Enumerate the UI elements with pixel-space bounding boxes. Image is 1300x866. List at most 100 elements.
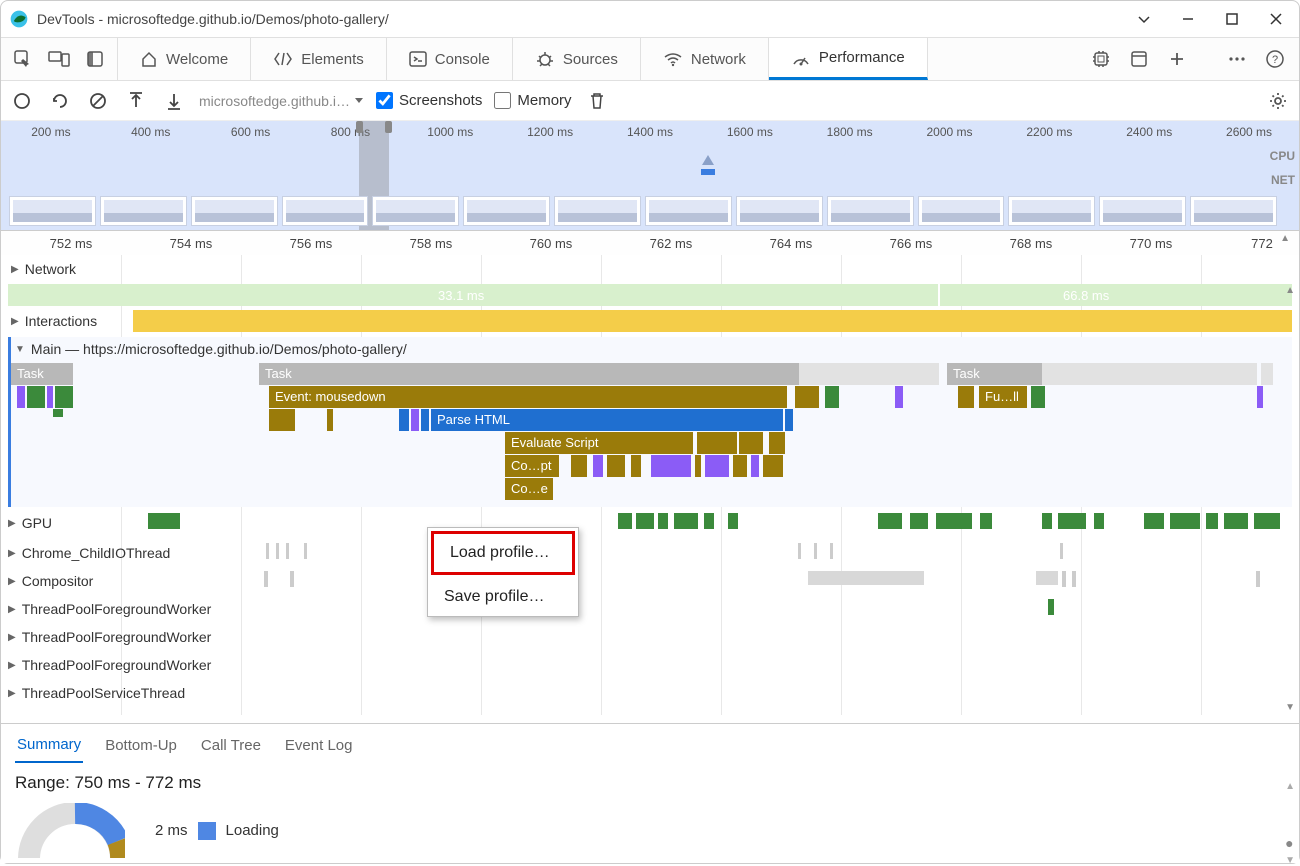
minimize-button[interactable] [1179, 10, 1197, 28]
download-icon[interactable] [161, 88, 187, 114]
reload-record-button[interactable] [47, 88, 73, 114]
flame-compile[interactable]: Co…pt [505, 455, 559, 477]
memory-input[interactable] [494, 92, 511, 109]
flame-block[interactable] [895, 386, 903, 408]
main-thread-track[interactable]: ▼Main — https://microsoftedge.github.io/… [8, 337, 1292, 507]
flame-block[interactable] [269, 409, 295, 431]
context-menu-load-profile[interactable]: Load profile… [431, 531, 575, 575]
flame-block[interactable] [733, 455, 747, 477]
tab-event-log[interactable]: Event Log [283, 735, 355, 762]
clear-button[interactable] [85, 88, 111, 114]
more-icon[interactable] [1219, 41, 1255, 77]
overview-axis: 200 ms400 ms600 ms800 ms1000 ms1200 ms14… [1, 125, 1299, 139]
screenshots-input[interactable] [376, 92, 393, 109]
gc-trash-icon[interactable] [584, 88, 610, 114]
flame-block[interactable] [27, 386, 45, 408]
flame-parse[interactable]: Parse HTML [431, 409, 783, 431]
panel-icon[interactable] [1121, 41, 1157, 77]
tab-elements[interactable]: Elements [251, 38, 387, 80]
network-track[interactable]: ▶Network [11, 261, 76, 277]
flame-block[interactable] [411, 409, 419, 431]
flame-block[interactable] [651, 455, 691, 477]
flame-block[interactable] [399, 409, 409, 431]
flame-block[interactable] [705, 455, 729, 477]
flame-task[interactable]: Task [11, 363, 73, 385]
tab-network[interactable]: Network [641, 38, 769, 80]
context-menu-save-profile[interactable]: Save profile… [428, 578, 578, 616]
record-button[interactable] [9, 88, 35, 114]
flame-block[interactable] [769, 432, 785, 454]
tab-performance[interactable]: Performance [769, 38, 928, 80]
flame-block[interactable] [763, 455, 783, 477]
threadpool-service[interactable]: ▶ThreadPoolServiceThread [8, 679, 1292, 707]
tab-bottom-up[interactable]: Bottom-Up [103, 735, 179, 762]
threadpool-fg-2[interactable]: ▶ThreadPoolForegroundWorker [8, 623, 1292, 651]
flame-func[interactable]: Fu…ll [979, 386, 1027, 408]
flame-block[interactable] [785, 409, 793, 431]
summary-range: Range: 750 ms - 772 ms [1, 769, 1299, 797]
flame-task[interactable]: Task [947, 363, 1042, 385]
tab-welcome[interactable]: Welcome [118, 38, 251, 80]
device-toggle-icon[interactable] [41, 41, 77, 77]
chrome-io-track[interactable]: ▶Chrome_ChildIOThread [8, 539, 1292, 567]
flame-block[interactable] [1031, 386, 1045, 408]
tab-console[interactable]: Console [387, 38, 513, 80]
scroll-down-icon[interactable]: ▼ [1285, 702, 1295, 713]
recording-selector[interactable]: microsoftedge.github.i… [199, 93, 364, 109]
flame-block[interactable] [695, 455, 701, 477]
memory-chip-icon[interactable] [1083, 41, 1119, 77]
main-track-label[interactable]: ▼Main — https://microsoftedge.github.io/… [15, 341, 407, 357]
inspect-icon[interactable] [5, 41, 41, 77]
gpu-track[interactable]: ▶GPU [8, 509, 1292, 537]
flame-task[interactable] [799, 363, 939, 385]
scroll-down-icon[interactable]: ▼ [1285, 855, 1295, 866]
screenshots-checkbox[interactable]: Screenshots [376, 92, 482, 109]
tab-sources[interactable]: Sources [513, 38, 641, 80]
flame-block[interactable] [571, 455, 587, 477]
flame-block[interactable] [593, 455, 603, 477]
frames-bar[interactable]: 33.1 ms 66.8 ms [8, 284, 1292, 306]
tab-call-tree[interactable]: Call Tree [199, 735, 263, 762]
flame-task[interactable]: Task [259, 363, 799, 385]
flame-chart[interactable]: ▶Network ▶Frames 33.1 ms 66.8 ms ▲ ▶Inte… [1, 255, 1299, 715]
flame-block[interactable] [795, 386, 819, 408]
flame-task[interactable] [1042, 363, 1257, 385]
flame-block[interactable] [421, 409, 429, 431]
flame-block[interactable] [327, 409, 333, 431]
upload-icon[interactable] [123, 88, 149, 114]
timeline-overview[interactable]: 200 ms400 ms600 ms800 ms1000 ms1200 ms14… [1, 121, 1299, 231]
flame-block[interactable] [55, 386, 73, 408]
dock-side-icon[interactable] [77, 41, 113, 77]
flame-block[interactable] [825, 386, 839, 408]
interactions-bar[interactable] [133, 310, 1292, 332]
add-tab-icon[interactable] [1159, 41, 1195, 77]
flame-event[interactable]: Event: mousedown [269, 386, 787, 408]
flame-block[interactable] [1257, 386, 1263, 408]
flame-block[interactable] [958, 386, 974, 408]
window-title: DevTools - microsoftedge.github.io/Demos… [37, 11, 1135, 27]
threadpool-fg-3[interactable]: ▶ThreadPoolForegroundWorker [8, 651, 1292, 679]
threadpool-fg-1[interactable]: ▶ThreadPoolForegroundWorker [8, 595, 1292, 623]
close-button[interactable] [1267, 10, 1285, 28]
interactions-track[interactable]: ▶Interactions [11, 313, 97, 329]
flame-eval[interactable]: Evaluate Script [505, 432, 693, 454]
maximize-button[interactable] [1223, 10, 1241, 28]
chevron-down-icon[interactable] [1135, 10, 1153, 28]
flame-block[interactable] [631, 455, 641, 477]
memory-label: Memory [517, 92, 571, 109]
flame-compile2[interactable]: Co…e [505, 478, 553, 500]
flame-block[interactable] [17, 386, 25, 408]
scroll-up-icon[interactable]: ▲ [1285, 781, 1295, 792]
settings-gear-icon[interactable] [1265, 88, 1291, 114]
compositor-track[interactable]: ▶Compositor [8, 567, 1292, 595]
flame-block[interactable] [697, 432, 737, 454]
flame-task[interactable] [1261, 363, 1273, 385]
flame-block[interactable] [751, 455, 759, 477]
flame-block[interactable] [739, 432, 763, 454]
flame-block[interactable] [53, 409, 63, 417]
help-icon[interactable]: ? [1257, 41, 1293, 77]
tab-summary[interactable]: Summary [15, 734, 83, 763]
flame-block[interactable] [607, 455, 625, 477]
flame-block[interactable] [47, 386, 53, 408]
memory-checkbox[interactable]: Memory [494, 92, 571, 109]
